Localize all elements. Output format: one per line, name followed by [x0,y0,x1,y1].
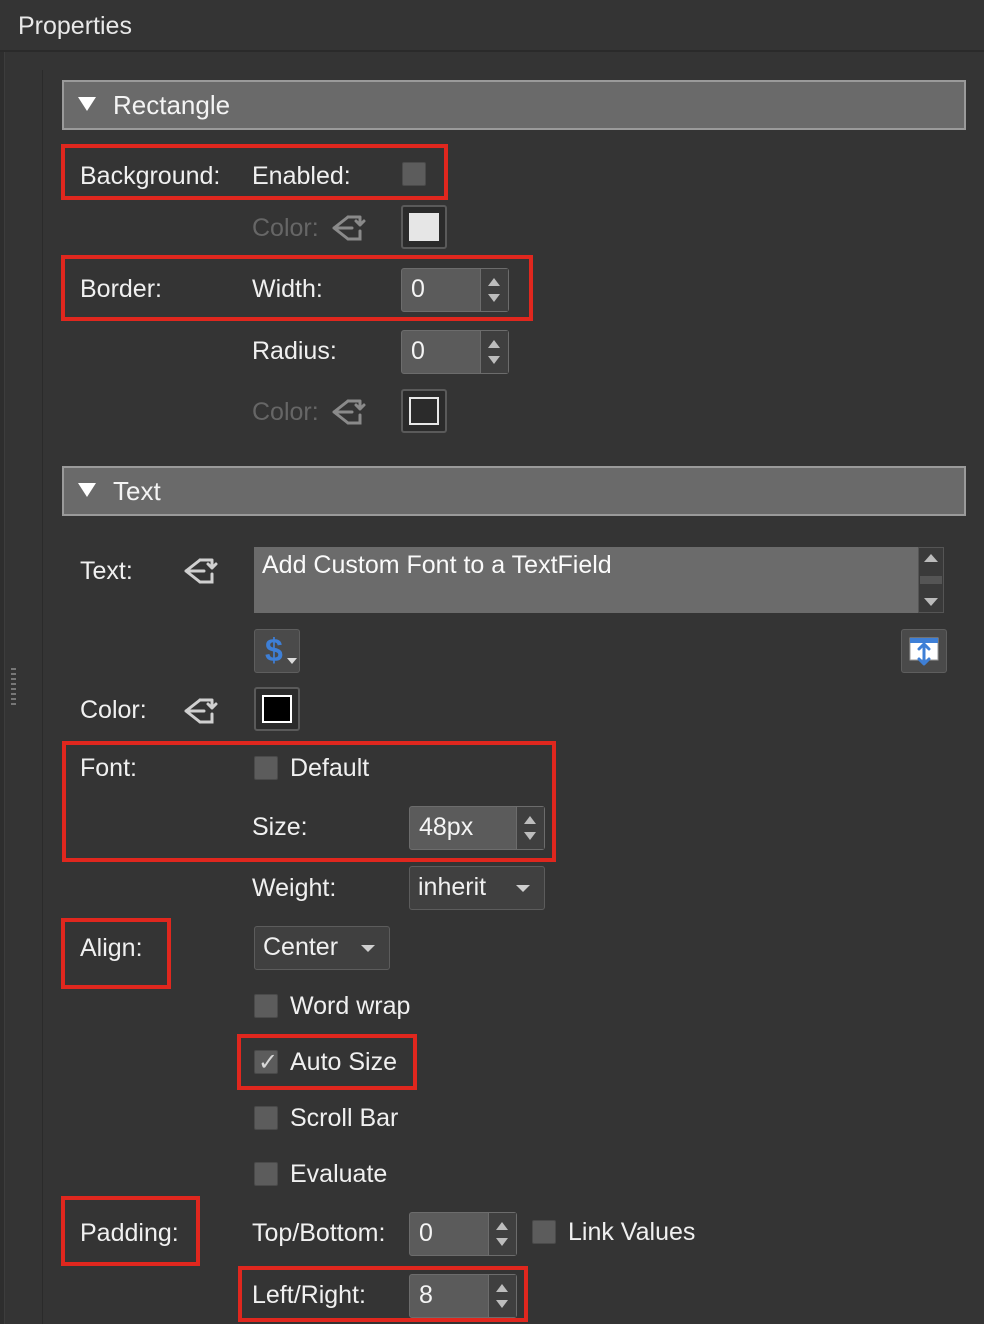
border-radius-stepper[interactable]: 0 [401,330,509,374]
share-link-icon[interactable] [332,396,368,428]
panel-title: Properties [18,12,132,40]
top-bottom-value: 0 [419,1219,433,1247]
border-radius-value: 0 [411,337,425,365]
collapse-triangle-icon[interactable] [78,97,96,111]
text-color-label: Color: [80,696,147,724]
bg-color-swatch[interactable] [401,205,447,249]
bg-color-label: Color: [252,214,319,242]
scroll-up-icon[interactable] [924,554,938,562]
decrement-icon[interactable] [488,356,500,364]
resize-handle[interactable] [11,668,16,708]
highlight-box [237,1034,417,1090]
increment-icon[interactable] [488,340,500,348]
text-label: Text: [80,557,133,585]
top-bottom-label: Top/Bottom: [252,1219,386,1247]
dropdown-caret-icon [287,658,297,664]
border-color-swatch[interactable] [401,389,447,433]
highlight-box [61,1196,200,1266]
border-color-label: Color: [252,398,319,426]
section-header-text[interactable]: Text [62,466,966,516]
text-color-fill [262,695,292,723]
scroll-down-icon[interactable] [924,598,938,606]
scroll-bar-label: Scroll Bar [290,1104,399,1132]
share-link-icon[interactable] [332,212,368,244]
highlight-box [61,918,171,989]
section-title: Text [113,476,161,506]
font-weight-value: inherit [418,873,487,901]
evaluate-label: Evaluate [290,1160,388,1188]
section-header-rectangle[interactable]: Rectangle [62,80,966,130]
expand-editor-icon [909,637,939,666]
align-value: Center [263,933,339,961]
inner-rail [42,70,43,1324]
increment-icon[interactable] [496,1222,508,1230]
text-content-field[interactable]: Add Custom Font to a TextField [254,547,918,613]
chevron-down-icon [361,945,375,952]
title-divider [0,50,984,52]
highlight-box [238,1266,528,1322]
highlight-box [61,144,448,200]
left-rail [0,52,5,1324]
text-content-value: Add Custom Font to a TextField [262,551,612,579]
font-weight-dropdown[interactable]: inherit [409,866,545,910]
variable-button[interactable]: $ [254,629,300,673]
expand-editor-button[interactable] [901,629,947,673]
decrement-icon[interactable] [496,1238,508,1246]
word-wrap-label: Word wrap [290,992,411,1020]
weight-label: Weight: [252,874,337,902]
collapse-triangle-icon[interactable] [78,483,96,497]
radius-label: Radius: [252,337,337,365]
dollar-icon: $ [265,632,283,668]
highlight-box [61,255,533,321]
section-title: Rectangle [113,90,231,120]
text-color-swatch[interactable] [254,687,300,731]
evaluate-checkbox[interactable] [254,1162,278,1186]
link-values-checkbox[interactable] [532,1220,556,1244]
padding-top-bottom-stepper[interactable]: 0 [409,1212,517,1256]
scroll-thumb[interactable] [920,576,942,584]
share-link-icon[interactable] [184,695,220,727]
highlight-box [62,741,556,862]
word-wrap-checkbox[interactable] [254,994,278,1018]
border-color-empty [409,397,439,425]
text-field-scrollbar[interactable] [918,547,944,613]
scroll-bar-checkbox[interactable] [254,1106,278,1130]
share-link-icon[interactable] [184,555,220,587]
align-dropdown[interactable]: Center [254,926,390,970]
bg-color-fill [409,213,439,241]
chevron-down-icon [516,885,530,892]
link-values-label: Link Values [568,1218,696,1246]
